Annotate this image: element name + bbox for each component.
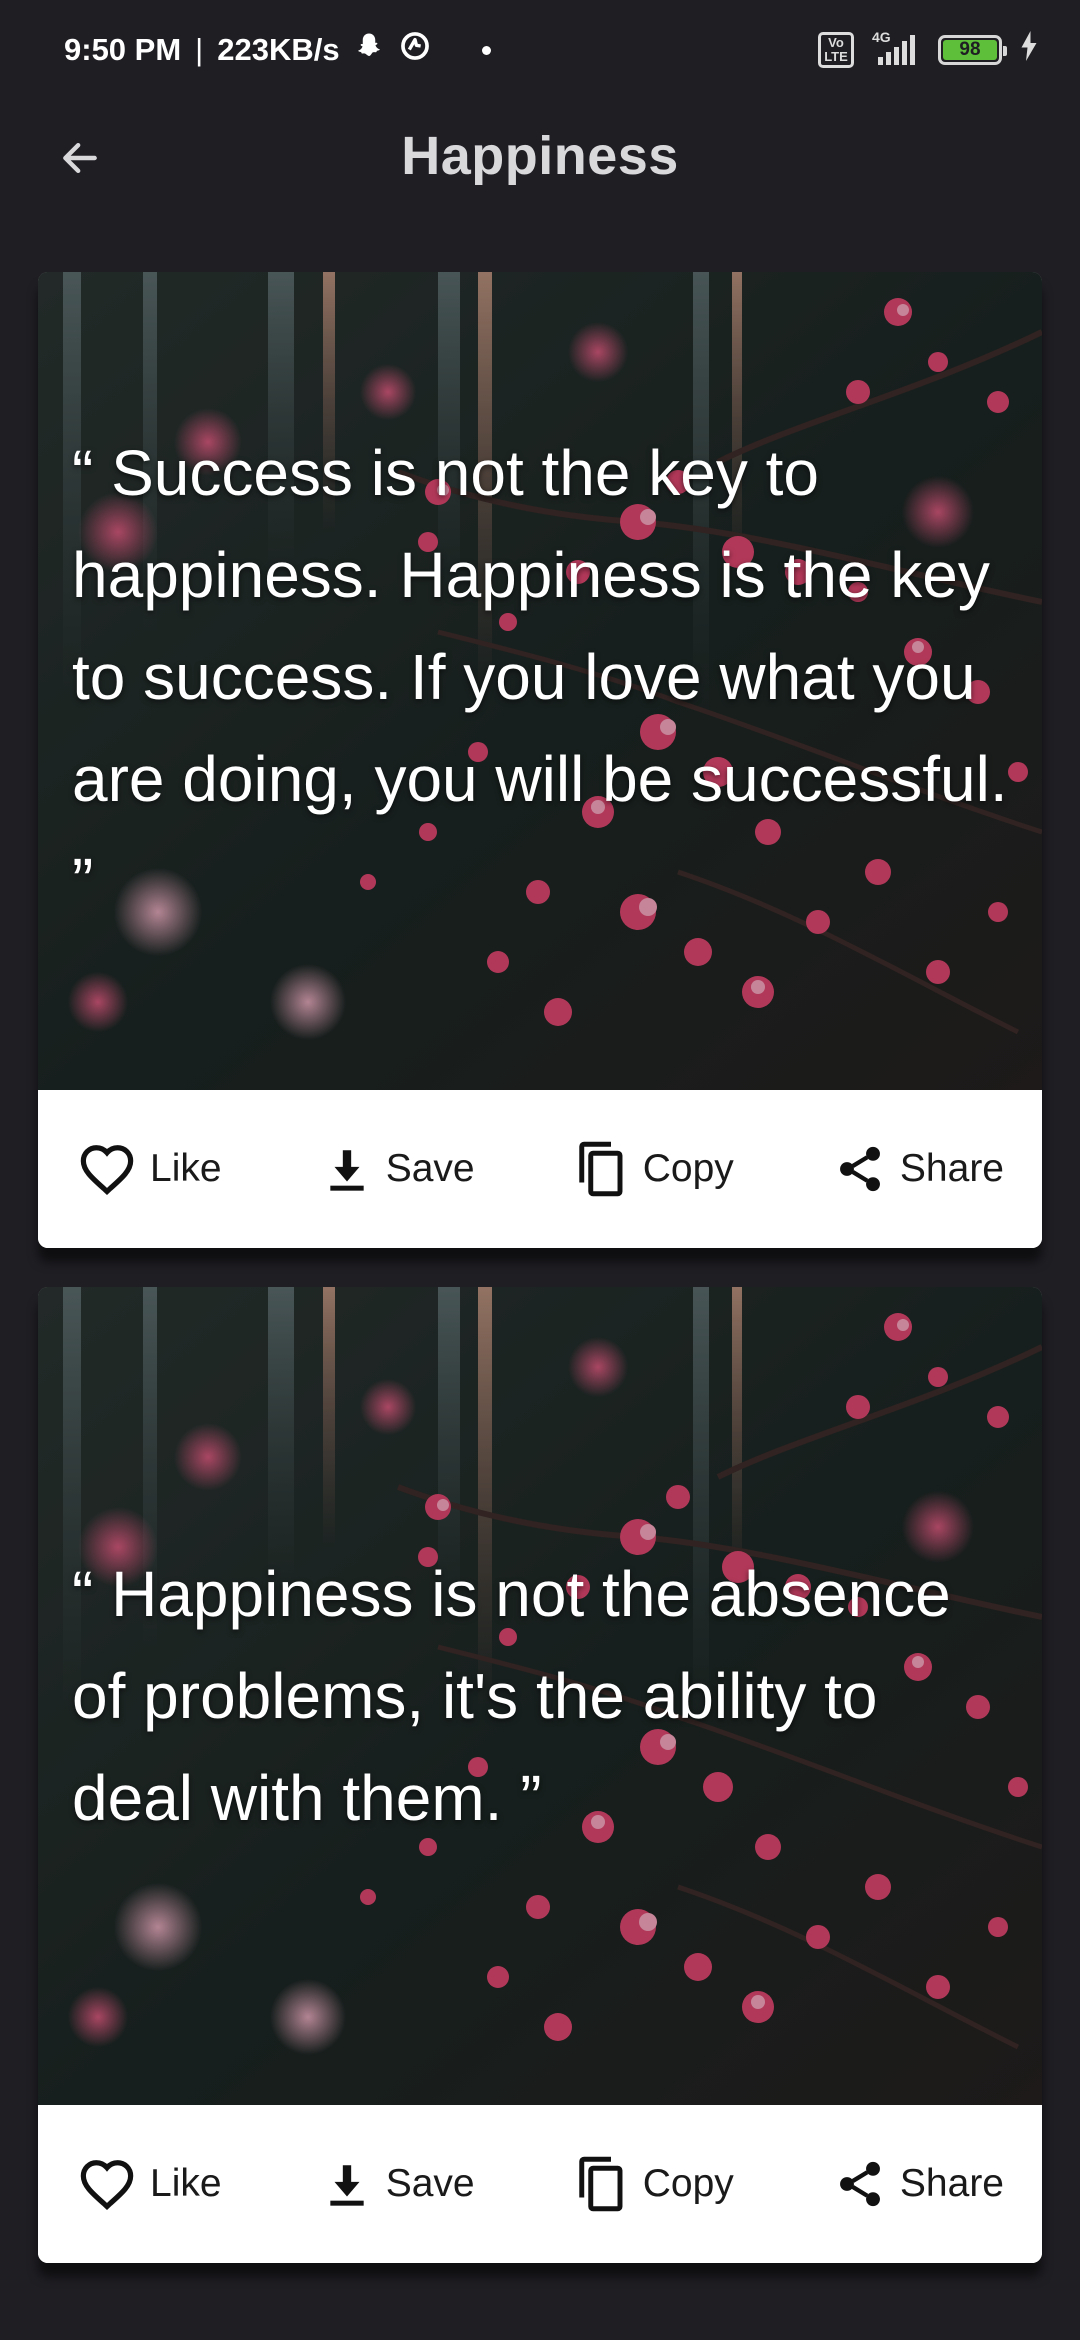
quote-image: “ Success is not the key to happiness. H… xyxy=(38,272,1042,1090)
back-button[interactable] xyxy=(40,128,120,188)
status-separator: | xyxy=(195,32,204,67)
download-icon xyxy=(330,2165,364,2206)
copy-icon xyxy=(579,2156,623,2212)
copy-label: Copy xyxy=(642,2162,734,2205)
like-button[interactable]: Like xyxy=(78,2158,222,2210)
save-button[interactable]: Save xyxy=(322,2157,475,2211)
share-button[interactable]: Share xyxy=(834,2157,1004,2211)
arrow-left-icon xyxy=(63,142,97,174)
volte-badge: Vo LTE xyxy=(818,32,854,68)
save-label: Save xyxy=(385,1147,475,1190)
quote-text: “ Success is not the key to happiness. H… xyxy=(72,437,1008,917)
share-button[interactable]: Share xyxy=(834,1142,1004,1196)
sync-icon xyxy=(398,29,432,71)
quote-card: “ Success is not the key to happiness. H… xyxy=(38,272,1042,1248)
status-network-speed: 223KB/s xyxy=(217,32,340,67)
copy-icon xyxy=(579,1141,623,1197)
quote-image: “ Happiness is not the absence of proble… xyxy=(38,1287,1042,2105)
battery-level: 98 xyxy=(943,40,997,60)
share-label: Share xyxy=(899,1147,1004,1190)
quote-text: “ Happiness is not the absence of proble… xyxy=(72,1558,951,1834)
quote-actions: Like Save Copy Share xyxy=(38,1090,1042,1248)
status-left: 9:50 PM | 223KB/s xyxy=(64,29,491,71)
like-button[interactable]: Like xyxy=(78,1143,222,1195)
like-label: Like xyxy=(150,1147,222,1190)
copy-button[interactable]: Copy xyxy=(575,2154,734,2214)
share-icon xyxy=(839,1146,880,1192)
share-icon xyxy=(839,2161,880,2207)
charging-icon xyxy=(1018,31,1040,69)
copy-button[interactable]: Copy xyxy=(575,1139,734,1199)
save-button[interactable]: Save xyxy=(322,1142,475,1196)
heart-icon xyxy=(80,2160,134,2210)
signal-icon: 4G xyxy=(870,29,922,67)
battery-indicator: 98 xyxy=(938,35,1007,65)
share-label: Share xyxy=(899,2162,1004,2205)
notification-dot xyxy=(481,45,491,55)
status-time: 9:50 PM xyxy=(64,32,182,67)
like-label: Like xyxy=(150,2162,222,2205)
app-bar: Happiness xyxy=(0,100,1080,212)
quote-card: “ Happiness is not the absence of proble… xyxy=(38,1287,1042,2263)
save-label: Save xyxy=(385,2162,475,2205)
page-title: Happiness xyxy=(401,126,679,186)
quote-actions: Like Save Copy Share xyxy=(38,2105,1042,2263)
status-bar: 9:50 PM | 223KB/s Vo LTE 4G 98 xyxy=(0,0,1080,100)
copy-label: Copy xyxy=(642,1147,734,1190)
snapchat-icon xyxy=(354,31,384,69)
status-right: Vo LTE 4G 98 xyxy=(818,29,1040,69)
heart-icon xyxy=(80,1145,134,1195)
download-icon xyxy=(330,1150,364,1191)
